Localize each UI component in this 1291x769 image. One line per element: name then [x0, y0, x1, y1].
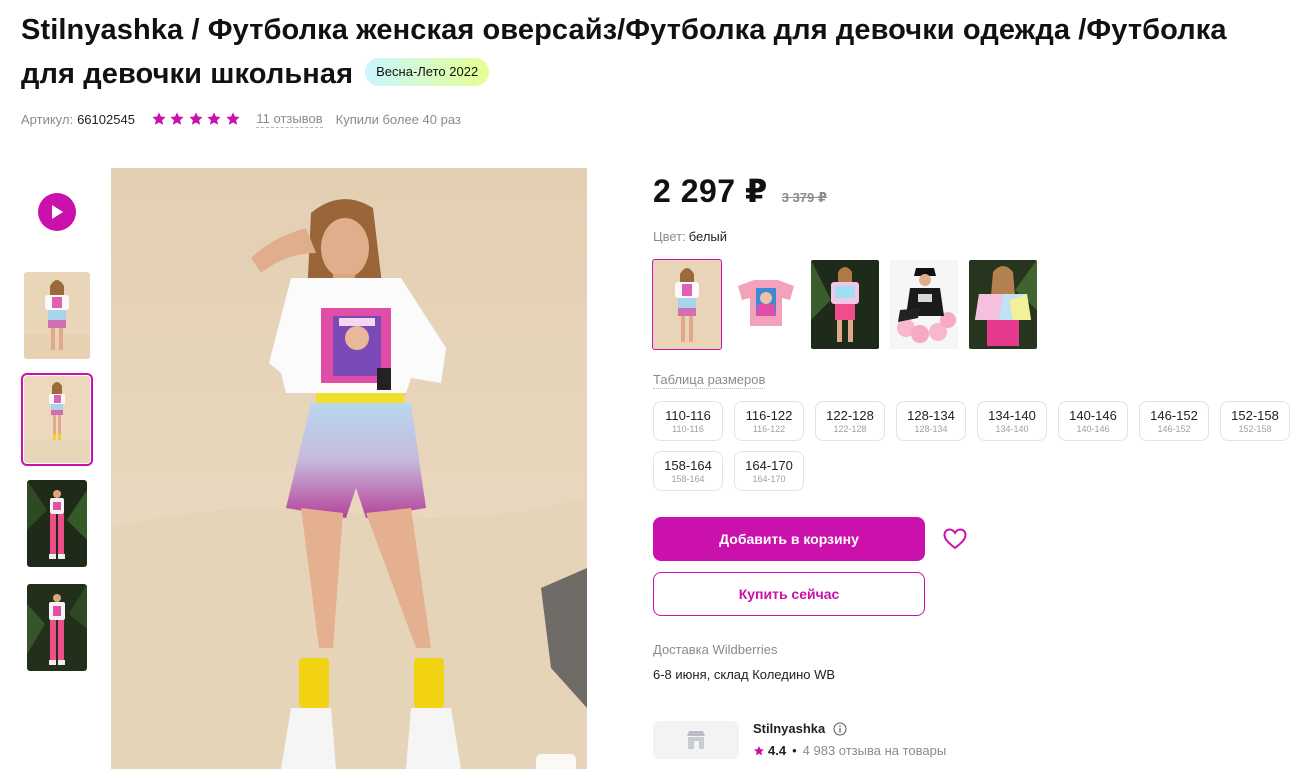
thumbnail-photo-girl — [24, 272, 90, 359]
size-main-label: 110-116 — [665, 407, 711, 423]
star-icon — [226, 112, 240, 125]
gallery-thumbnail-active[interactable] — [21, 373, 93, 466]
separator-dot: • — [792, 743, 797, 758]
size-selector: 110-116 110-116 116-122 116-122 122-128 122… — [653, 401, 1291, 501]
seller-name[interactable]: Stilnyashka — [753, 721, 847, 736]
sku-label: Артикул: — [21, 111, 74, 127]
delivery-info: 6-8 июня, склад Коледино WB — [653, 667, 836, 682]
product-title: Stilnyashka / Футболка женская оверсайз/… — [21, 8, 1231, 96]
season-badge: Весна-Лето 2022 — [365, 58, 490, 87]
info-icon[interactable] — [833, 722, 847, 736]
size-option[interactable]: 164-170 164-170 — [734, 451, 804, 491]
size-sub-label: 152-158 — [1238, 423, 1272, 434]
size-option[interactable]: 110-116 110-116 — [653, 401, 723, 441]
size-main-label: 134-140 — [988, 407, 1036, 423]
color-variant[interactable] — [732, 260, 800, 349]
star-icon — [152, 112, 166, 125]
size-sub-label: 146-152 — [1157, 423, 1191, 434]
size-main-label: 158-164 — [664, 457, 712, 473]
old-price: 3 379 ₽ — [781, 190, 827, 205]
color-label: Цвет: — [653, 229, 686, 244]
thumbnail-photo-pink-pants — [27, 480, 87, 567]
product-meta-row: Артикул: 66102545 11 отзывов Купили боле… — [21, 109, 461, 129]
thumbnail-photo-pink-pants-2 — [27, 584, 87, 671]
star-icon — [189, 112, 203, 125]
variant-photo-rainbow-tshirt — [969, 260, 1037, 349]
size-table-link[interactable]: Таблица размеров — [653, 372, 766, 389]
size-option[interactable]: 134-140 134-140 — [977, 401, 1047, 441]
thumbnail-photo-girl-full — [24, 376, 90, 463]
variant-photo-white-tshirt — [653, 260, 721, 349]
rating-stars — [151, 111, 244, 127]
seller-name-text: Stilnyashka — [753, 721, 826, 736]
size-sub-label: 110-116 — [672, 423, 704, 434]
size-sub-label: 134-140 — [995, 423, 1029, 434]
seller-rating: 4.4 • 4 983 отзыва на товары — [753, 743, 946, 758]
color-variant-selected[interactable] — [652, 259, 722, 350]
gallery-thumbnail[interactable] — [24, 272, 90, 359]
heart-icon — [943, 528, 967, 550]
video-play-button[interactable] — [38, 193, 76, 231]
size-sub-label: 140-146 — [1076, 423, 1110, 434]
zoom-button[interactable] — [536, 754, 576, 769]
color-variants — [652, 259, 1048, 350]
star-icon — [207, 112, 221, 125]
color-row: Цвет: белый — [653, 229, 727, 244]
reviews-link[interactable]: 11 отзывов — [256, 111, 323, 128]
main-photo-girl-in-tshirt — [111, 168, 587, 769]
bought-count: Купили более 40 раз — [335, 111, 461, 127]
current-price: 2 297 ₽ — [653, 173, 768, 209]
seller-rating-value: 4.4 — [768, 743, 787, 758]
size-option[interactable]: 152-158 152-158 — [1220, 401, 1290, 441]
variant-photo-pink-tshirt — [732, 260, 800, 349]
buy-now-button[interactable]: Купить сейчас — [653, 572, 925, 616]
add-to-cart-button[interactable]: Добавить в корзину — [653, 517, 925, 561]
size-sub-label: 128-134 — [914, 423, 948, 434]
size-option[interactable]: 122-128 122-128 — [815, 401, 885, 441]
size-sub-label: 116-122 — [752, 423, 786, 434]
store-icon — [687, 731, 705, 749]
seller-reviews-count[interactable]: 4 983 отзыва на товары — [803, 743, 947, 758]
color-variant[interactable] — [969, 260, 1037, 349]
variant-photo-black-tshirt — [890, 260, 958, 349]
seller-logo[interactable] — [653, 721, 739, 759]
star-icon — [170, 112, 184, 125]
size-sub-label: 122-128 — [833, 423, 867, 434]
main-product-photo[interactable] — [111, 168, 587, 769]
favorite-button[interactable] — [942, 527, 968, 551]
sku-value[interactable]: 66102545 — [77, 112, 135, 127]
size-main-label: 116-122 — [745, 407, 793, 423]
color-value: белый — [688, 229, 728, 244]
delivery-label: Доставка Wildberries — [653, 642, 778, 657]
size-main-label: 140-146 — [1069, 407, 1117, 423]
variant-photo-tiedye-tshirt — [811, 260, 879, 349]
size-main-label: 122-128 — [826, 407, 874, 423]
size-main-label: 146-152 — [1150, 407, 1198, 423]
size-option[interactable]: 128-134 128-134 — [896, 401, 966, 441]
size-main-label: 164-170 — [745, 457, 793, 473]
product-title-text: Stilnyashka / Футболка женская оверсайз/… — [21, 14, 1227, 90]
size-sub-label: 164-170 — [752, 473, 786, 484]
size-option[interactable]: 146-152 146-152 — [1139, 401, 1209, 441]
gallery-thumbnail[interactable] — [27, 584, 87, 671]
play-icon — [52, 205, 63, 219]
size-option[interactable]: 140-146 140-146 — [1058, 401, 1128, 441]
size-main-label: 128-134 — [907, 407, 955, 423]
size-main-label: 152-158 — [1231, 407, 1279, 423]
color-variant[interactable] — [890, 260, 958, 349]
size-sub-label: 158-164 — [671, 473, 705, 484]
size-option[interactable]: 158-164 158-164 — [653, 451, 723, 491]
color-variant[interactable] — [811, 260, 879, 349]
star-icon — [754, 745, 764, 755]
price-block: 2 297 ₽ 3 379 ₽ — [653, 172, 827, 210]
size-option[interactable]: 116-122 116-122 — [734, 401, 804, 441]
gallery-thumbnail[interactable] — [27, 480, 87, 567]
